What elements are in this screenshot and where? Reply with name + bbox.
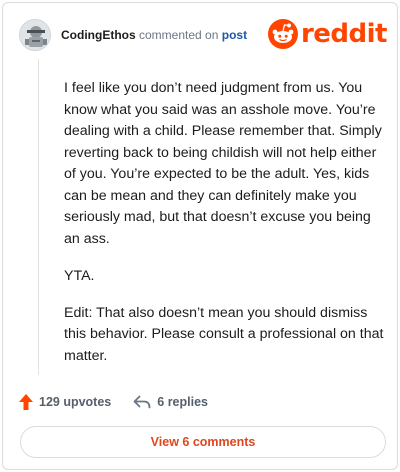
- view-comments-button[interactable]: View 6 comments: [20, 426, 386, 458]
- upvote-count[interactable]: 129 upvotes: [19, 394, 111, 410]
- comment-paragraph: I feel like you don’t need judgment from…: [64, 80, 382, 247]
- reddit-wordmark: reddit: [300, 19, 388, 49]
- comment-footer: 129 upvotes 6 replies: [19, 391, 208, 413]
- thread-line: [38, 59, 39, 375]
- reddit-logo[interactable]: reddit: [267, 18, 388, 50]
- comment-paragraph: Edit: That also doesn’t mean you should …: [64, 304, 384, 364]
- upvote-arrow-icon: [19, 394, 33, 410]
- action-text: commented on: [139, 28, 219, 42]
- post-link[interactable]: post: [222, 28, 247, 42]
- comment-meta: CodingEthos commented on post: [61, 28, 247, 42]
- upvote-label: 129 upvotes: [39, 395, 112, 409]
- reply-count[interactable]: 6 replies: [133, 395, 208, 409]
- comment-paragraph: YTA.: [64, 267, 95, 284]
- avatar-icon: [20, 20, 50, 50]
- comment-header: CodingEthos commented on post reddit: [17, 17, 388, 53]
- comment-body: I feel like you don’t need judgment from…: [64, 78, 390, 383]
- reply-label: 6 replies: [157, 395, 208, 409]
- author-name[interactable]: CodingEthos: [61, 28, 136, 42]
- reply-arrow-icon: [133, 395, 151, 409]
- reddit-snoo-icon: [267, 19, 298, 49]
- comment-card: CodingEthos commented on post reddit I f…: [2, 2, 398, 470]
- avatar[interactable]: [19, 19, 51, 51]
